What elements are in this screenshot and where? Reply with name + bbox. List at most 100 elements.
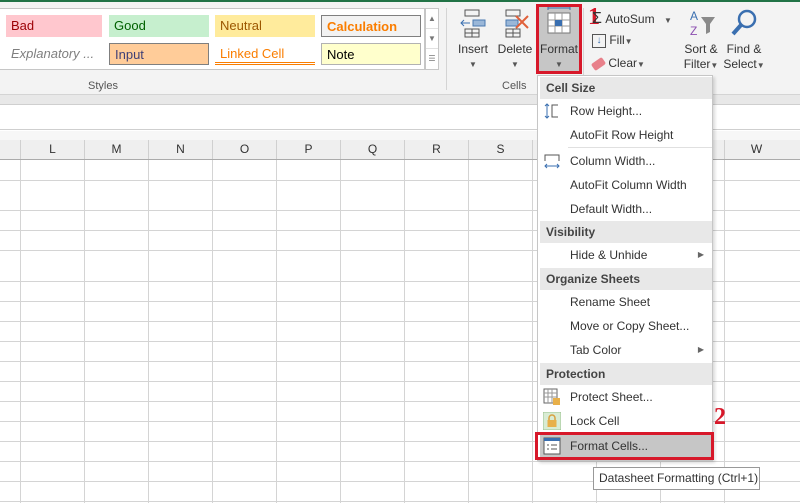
svg-text:Z: Z [690,24,697,38]
search-icon [731,9,757,36]
chevron-down-icon: ▼ [511,60,519,69]
menu-item-lock-cell[interactable]: Lock Cell [540,409,712,433]
gridline [724,160,725,503]
eraser-icon [590,56,607,71]
gridline [532,160,533,503]
label: Column Width... [570,154,656,168]
menu-header-visibility: Visibility [540,221,712,243]
gallery-more-icon[interactable]: ☰ [426,49,438,69]
label: Hide & Unhide [570,248,648,262]
delete-cells-icon [505,9,529,38]
step2-highlight [535,432,714,460]
column-header-S[interactable]: S [468,140,532,159]
style-explanatory[interactable]: Explanatory ... [6,43,102,65]
scroll-down-icon[interactable]: ▼ [426,29,438,49]
step1-highlight [536,4,582,74]
tooltip: Datasheet Formatting (Ctrl+1) [593,467,760,490]
cell-styles-gallery: Bad Good Neutral Calculation Explanatory… [0,8,425,70]
chevron-down-icon: ▼ [756,61,765,70]
delete-button[interactable]: Delete ▼ [494,8,536,72]
clear-button[interactable]: Clear▼ [590,56,645,71]
gridline [276,160,277,503]
select-label: Select [723,57,757,71]
style-calculation[interactable]: Calculation [321,15,421,37]
sigma-icon: Σ [592,10,602,27]
style-bad[interactable]: Bad [6,15,102,37]
format-dropdown-menu: Cell Size Row Height... AutoFit Row Heig… [537,75,713,461]
label: Move or Copy Sheet... [570,319,690,333]
label: AutoFit Row Height [570,128,674,142]
chevron-down-icon: ▼ [710,61,719,70]
style-neutral[interactable]: Neutral [215,15,315,37]
style-note[interactable]: Note [321,43,421,65]
lock-icon [543,412,561,430]
column-header-W[interactable]: W [724,140,788,159]
menu-header-protection: Protection [540,363,712,385]
menu-item-row-height[interactable]: Row Height... [540,99,712,123]
sort-filter-icon: AZ [690,9,715,38]
menu-item-move-copy-sheet[interactable]: Move or Copy Sheet... [540,314,712,338]
chevron-down-icon: ▼ [624,37,633,46]
menu-item-protect-sheet[interactable]: Protect Sheet... [540,385,712,409]
column-header-Q[interactable]: Q [340,140,404,159]
autosum-button[interactable]: Σ AutoSum ▼ [592,10,672,28]
column-header-L[interactable]: L [20,140,84,159]
autosum-label: AutoSum [605,12,655,26]
scroll-up-icon[interactable]: ▲ [426,9,438,29]
menu-item-rename-sheet[interactable]: Rename Sheet [540,290,712,314]
step2-label: 2 [714,404,726,430]
submenu-arrow-icon: ▶ [697,345,704,354]
submenu-arrow-icon: ▶ [697,250,704,259]
fill-label: Fill [609,33,625,47]
gridline [148,160,149,503]
find-select-button[interactable]: Find & Select▼ [722,8,766,73]
gridline [20,160,21,503]
chevron-down-icon: ▼ [469,60,477,69]
gridline [0,501,800,502]
find-label: Find & [726,42,762,56]
label: Rename Sheet [570,295,651,309]
gridline [468,160,469,503]
gallery-scrollbar[interactable]: ▲ ▼ ☰ [425,8,439,70]
style-good[interactable]: Good [109,15,209,37]
menu-item-column-width[interactable]: Column Width... [540,149,712,173]
insert-label: Insert [457,42,488,56]
style-input[interactable]: Input [109,43,209,65]
menu-header-organize-sheets: Organize Sheets [540,268,712,290]
insert-cells-icon [460,9,486,38]
gridline [404,160,405,503]
label: Lock Cell [570,414,620,428]
chevron-down-icon: ▼ [663,16,672,25]
column-header-R[interactable]: R [404,140,468,159]
menu-item-autofit-column-width[interactable]: AutoFit Column Width [540,173,712,197]
cells-group-label: Cells [502,80,527,92]
style-linked-cell[interactable]: Linked Cell [215,43,315,65]
menu-item-default-width[interactable]: Default Width... [540,197,712,221]
chevron-down-icon: ▼ [637,60,645,69]
protect-sheet-icon [543,388,560,405]
menu-item-hide-unhide[interactable]: Hide & Unhide ▶ [540,243,712,267]
fill-down-icon: ↓ [592,33,606,48]
column-header-N[interactable]: N [148,140,212,159]
label: Tab Color [570,343,622,357]
styles-group-label: Styles [88,80,118,92]
divider [568,147,712,148]
gridline [0,461,800,462]
menu-item-autofit-row-height[interactable]: AutoFit Row Height [540,123,712,147]
insert-button[interactable]: Insert ▼ [452,8,494,72]
divider [446,8,447,90]
row-height-icon [544,103,558,119]
menu-item-tab-color[interactable]: Tab Color ▶ [540,338,712,362]
label: Default Width... [570,202,653,216]
fill-button[interactable]: ↓ Fill▼ [592,33,633,48]
gridline [84,160,85,503]
sort-filter-button[interactable]: AZ Sort & Filter▼ [680,8,722,73]
label: Row Height... [570,104,643,118]
column-header-P[interactable]: P [276,140,340,159]
sort-label: Sort & [684,42,718,56]
column-header-O[interactable]: O [212,140,276,159]
column-header-M[interactable]: M [84,140,148,159]
svg-text:A: A [690,9,698,23]
label: AutoFit Column Width [570,178,687,192]
gridline [340,160,341,503]
